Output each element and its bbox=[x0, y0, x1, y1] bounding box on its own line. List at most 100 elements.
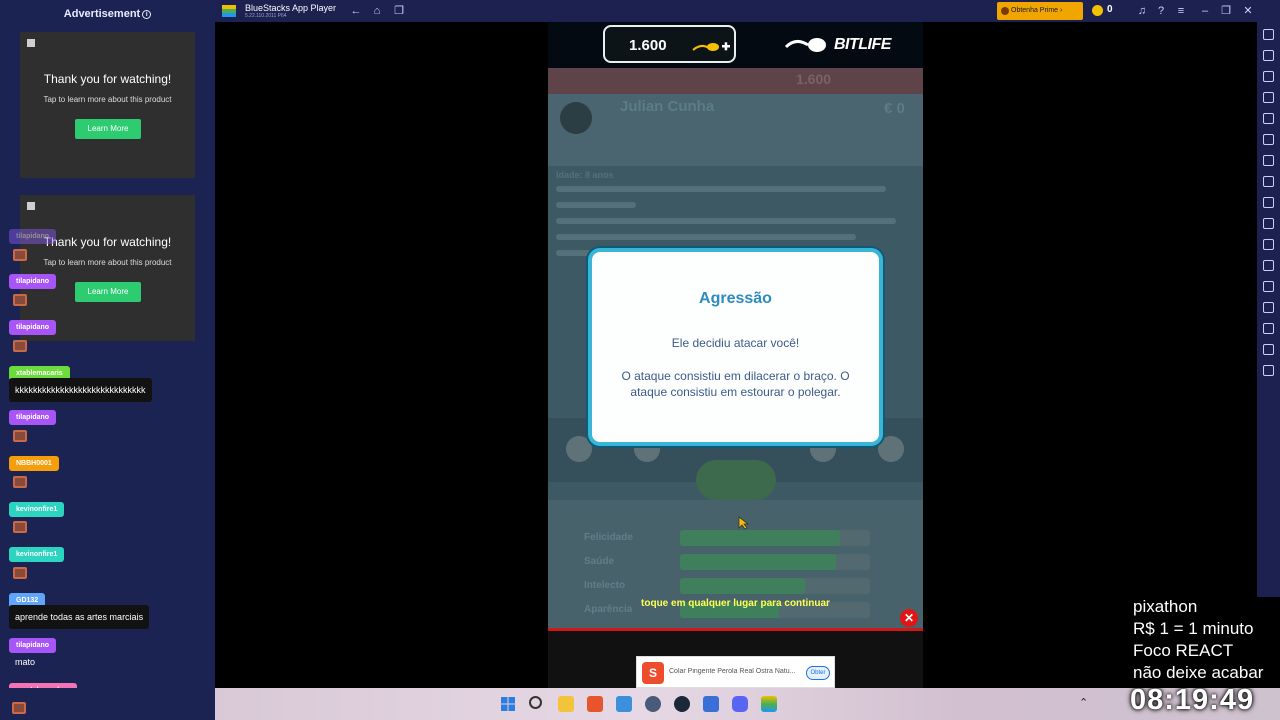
emote-icon bbox=[13, 340, 27, 352]
stream-sidebar: Advertisement i Thank you for watching! T… bbox=[0, 0, 215, 688]
learn-more-button[interactable]: Learn More bbox=[75, 119, 141, 139]
settings-icon[interactable] bbox=[645, 696, 661, 712]
back-icon[interactable]: ← bbox=[348, 3, 364, 19]
close-icon[interactable]: ✕ bbox=[900, 609, 918, 627]
menu-icon[interactable]: ≡ bbox=[1173, 3, 1189, 19]
sync-icon[interactable] bbox=[1263, 365, 1274, 376]
learn-more-button[interactable]: Learn More bbox=[75, 282, 141, 302]
gamepad-icon[interactable] bbox=[1263, 92, 1274, 103]
money-value: 1.600 bbox=[629, 37, 667, 54]
app-icon[interactable] bbox=[616, 696, 632, 712]
dimmed-text-line bbox=[556, 202, 636, 208]
chat-message: aprende todas as artes marciais bbox=[9, 605, 150, 629]
ad-thanks-text: Thank you for watching! bbox=[43, 72, 172, 86]
help-icon[interactable]: ? bbox=[1153, 3, 1169, 19]
money-pill[interactable]: 1.600 bbox=[603, 25, 736, 63]
media-folder-icon[interactable] bbox=[1263, 239, 1274, 250]
chat-username[interactable]: kevinonfire1 bbox=[9, 547, 65, 562]
chat-message: kkkkkkkkkkkkkkkkkkkkkkkkkkkkk bbox=[9, 378, 152, 402]
windows-start-icon[interactable] bbox=[500, 696, 516, 712]
volume-icon[interactable] bbox=[1263, 50, 1274, 61]
chat-username[interactable]: kevinonfire1 bbox=[9, 502, 65, 517]
character-name: Julian Cunha bbox=[620, 98, 715, 115]
notifications-icon[interactable]: ♫ bbox=[1134, 3, 1150, 19]
sidebar-bottom-strip bbox=[0, 688, 215, 720]
tap-to-continue-hint[interactable]: toque em qualquer lugar para continuar bbox=[548, 598, 923, 609]
shake-icon[interactable] bbox=[1263, 134, 1274, 145]
stat-bar-smarts bbox=[680, 578, 805, 594]
record-icon[interactable] bbox=[1263, 218, 1274, 229]
game-screen[interactable]: 1.600 BITLIFE 1.600 Julian Cunha € 0 Ida… bbox=[548, 22, 923, 688]
layers-icon[interactable] bbox=[1263, 344, 1274, 355]
dimmed-money: 1.600 bbox=[796, 71, 832, 87]
coin-icon bbox=[1092, 5, 1103, 16]
overlay-line: R$ 1 = 1 minuto bbox=[1133, 619, 1254, 638]
dimmed-text-line bbox=[556, 186, 886, 192]
location-icon[interactable] bbox=[1263, 281, 1274, 292]
dimmed-top-banner bbox=[548, 68, 923, 94]
rotate-icon[interactable] bbox=[1263, 113, 1274, 124]
sperm-plus-icon bbox=[692, 42, 730, 51]
overlay-line: não deixe acabar bbox=[1133, 663, 1264, 682]
stat-label: Felicidade bbox=[584, 532, 633, 543]
chat-username[interactable]: tilapidano bbox=[9, 274, 57, 289]
stream-overlay-text: pixathon R$ 1 = 1 minuto Foco REACT não … bbox=[1133, 596, 1280, 684]
steam-icon[interactable] bbox=[674, 696, 690, 712]
chat-username[interactable]: tilapidano bbox=[9, 229, 57, 244]
advertisement-label: Advertisement bbox=[63, 8, 141, 20]
ad-card[interactable]: Thank you for watching! Tap to learn mor… bbox=[20, 32, 195, 178]
ad-subtext: Tap to learn more about this product bbox=[43, 95, 172, 104]
version-label: 5.22.110.2011 P64 bbox=[245, 13, 287, 19]
dialog-message: Ele decidiu atacar você! bbox=[671, 336, 800, 350]
file-explorer-icon[interactable] bbox=[558, 696, 574, 712]
home-icon[interactable]: ⌂ bbox=[369, 3, 385, 19]
emote-icon bbox=[13, 430, 27, 442]
performance-icon[interactable] bbox=[1263, 176, 1274, 187]
get-prime-button[interactable]: Obtenha Prime › bbox=[997, 2, 1083, 20]
avatar bbox=[560, 102, 592, 134]
macro-icon[interactable] bbox=[1263, 155, 1274, 166]
info-icon[interactable]: i bbox=[142, 10, 152, 19]
chat-username[interactable]: tilapidano bbox=[9, 410, 57, 425]
get-button[interactable]: Obter bbox=[806, 666, 830, 680]
product-ad-banner[interactable]: S Colar Pingente Perola Real Ostra Natu.… bbox=[636, 656, 835, 688]
stat-label: Saúde bbox=[584, 556, 615, 567]
game-topbar: 1.600 BITLIFE bbox=[548, 22, 923, 68]
screenshot-icon[interactable] bbox=[1263, 197, 1274, 208]
chat-username[interactable]: NBBH0001 bbox=[9, 456, 59, 471]
ad-badge-icon bbox=[27, 202, 35, 210]
bluestacks-side-toolbar bbox=[1257, 22, 1280, 597]
app-icon[interactable] bbox=[703, 696, 719, 712]
stat-label: Intelecto bbox=[584, 580, 626, 591]
emote-icon bbox=[13, 521, 27, 533]
dimmed-profile-card bbox=[548, 94, 923, 166]
advertisement-heading: Advertisement i bbox=[0, 8, 215, 20]
stat-bar-happiness bbox=[680, 530, 840, 546]
restore-icon[interactable]: ❐ bbox=[1218, 3, 1234, 19]
close-window-icon[interactable]: ✕ bbox=[1240, 3, 1256, 19]
event-dialog[interactable]: Agressão Ele decidiu atacar você! O ataq… bbox=[588, 248, 883, 446]
prime-label: Obtenha Prime bbox=[1011, 7, 1059, 14]
window-title: BlueStacks App Player bbox=[245, 3, 337, 13]
install-apk-icon[interactable] bbox=[1263, 260, 1274, 271]
minimize-icon[interactable]: – bbox=[1197, 3, 1213, 19]
discord-icon[interactable] bbox=[732, 696, 748, 712]
fullscreen-icon[interactable] bbox=[1263, 29, 1274, 40]
bluestacks-taskbar-icon[interactable] bbox=[761, 696, 777, 712]
prime-icon bbox=[1001, 7, 1009, 15]
settings-icon[interactable] bbox=[1263, 323, 1274, 334]
chat-message: mato bbox=[15, 657, 36, 667]
ad-badge-icon bbox=[27, 39, 35, 47]
activities-icon bbox=[878, 436, 904, 462]
dialog-detail: O ataque consistiu em dilacerar o braço.… bbox=[621, 369, 850, 399]
search-icon[interactable] bbox=[529, 696, 542, 709]
recent-apps-icon[interactable]: ❐ bbox=[391, 3, 407, 19]
chevron-up-icon[interactable]: ⌃ bbox=[1079, 696, 1088, 709]
age-heading: Idade: 8 anos bbox=[556, 170, 614, 180]
keymap-icon[interactable] bbox=[1263, 71, 1274, 82]
stream-clock: 08:19:49 bbox=[1130, 684, 1255, 716]
eco-mode-icon[interactable] bbox=[1263, 302, 1274, 313]
chat-username[interactable]: tilapidano bbox=[9, 320, 57, 335]
emote-icon bbox=[13, 294, 27, 306]
brave-browser-icon[interactable] bbox=[587, 696, 603, 712]
